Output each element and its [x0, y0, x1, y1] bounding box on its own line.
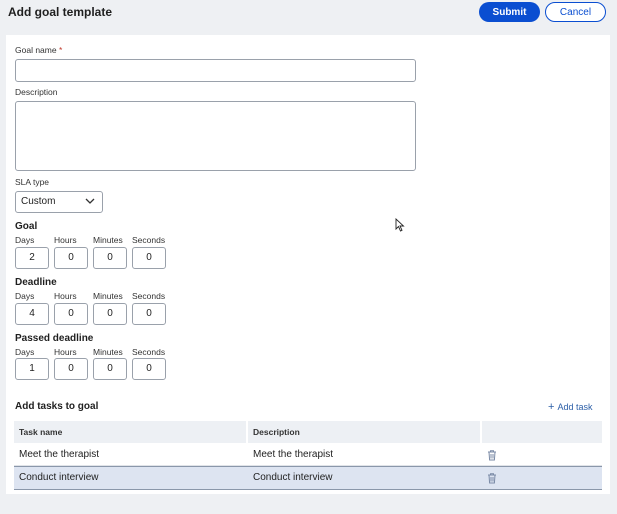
sla-type-value: Custom: [21, 196, 56, 207]
add-task-button[interactable]: + Add task: [548, 401, 592, 413]
submit-button[interactable]: Submit: [479, 2, 540, 22]
deadline-hours-label: Hours: [54, 291, 77, 301]
plus-icon: +: [548, 401, 555, 413]
passed-deadline-hours-input[interactable]: 0: [54, 358, 88, 380]
passed-deadline-seconds-input[interactable]: 0: [132, 358, 166, 380]
page-title: Add goal template: [8, 5, 113, 19]
add-task-label: Add task: [557, 402, 593, 412]
header-bar: Add goal template Submit Cancel: [0, 0, 617, 28]
goal-minutes-input[interactable]: 0: [93, 247, 127, 269]
goal-days-label: Days: [15, 235, 35, 245]
task-description-cell: Meet the therapist: [253, 449, 334, 460]
passed-deadline-minutes-label: Minutes: [93, 347, 123, 357]
deadline-minutes-input[interactable]: 0: [93, 303, 127, 325]
goal-name-label: Goal name *: [15, 45, 62, 55]
goal-hours-input[interactable]: 0: [54, 247, 88, 269]
passed-deadline-days-input[interactable]: 1: [15, 358, 49, 380]
goal-name-label-text: Goal name: [15, 45, 57, 55]
description-label: Description: [15, 87, 58, 97]
deadline-hours-input[interactable]: 0: [54, 303, 88, 325]
chevron-down-icon: [85, 198, 95, 204]
deadline-seconds-label: Seconds: [132, 291, 166, 301]
deadline-days-input[interactable]: 4: [15, 303, 49, 325]
deadline-days-label: Days: [15, 291, 35, 301]
passed-deadline-seconds-label: Seconds: [132, 347, 166, 357]
sla-type-select[interactable]: Custom: [15, 191, 103, 213]
column-header-task-name: Task name: [14, 421, 246, 443]
table-row[interactable]: Meet the therapist Meet the therapist: [14, 444, 602, 466]
table-row[interactable]: Conduct interview Conduct interview: [14, 466, 602, 490]
description-textarea[interactable]: [15, 101, 416, 171]
goal-section-title: Goal: [15, 221, 38, 232]
trash-icon[interactable]: [486, 472, 498, 484]
deadline-section-title: Deadline: [15, 277, 57, 288]
cancel-button[interactable]: Cancel: [545, 2, 606, 22]
task-name-cell: Meet the therapist: [19, 449, 100, 460]
goal-days-input[interactable]: 2: [15, 247, 49, 269]
goal-seconds-label: Seconds: [132, 235, 166, 245]
goal-hours-label: Hours: [54, 235, 77, 245]
passed-deadline-section-title: Passed deadline: [15, 333, 94, 344]
goal-seconds-input[interactable]: 0: [132, 247, 166, 269]
goal-minutes-label: Minutes: [93, 235, 123, 245]
trash-icon[interactable]: [486, 449, 498, 461]
deadline-minutes-label: Minutes: [93, 291, 123, 301]
column-header-actions: [482, 421, 602, 443]
deadline-seconds-input[interactable]: 0: [132, 303, 166, 325]
task-description-cell: Conduct interview: [253, 472, 333, 483]
required-marker: *: [58, 45, 63, 55]
task-name-cell: Conduct interview: [19, 472, 99, 483]
passed-deadline-minutes-input[interactable]: 0: [93, 358, 127, 380]
passed-deadline-hours-label: Hours: [54, 347, 77, 357]
passed-deadline-days-label: Days: [15, 347, 35, 357]
tasks-section-title: Add tasks to goal: [15, 401, 99, 412]
column-header-description: Description: [248, 421, 480, 443]
goal-name-input[interactable]: [15, 59, 416, 82]
mouse-cursor-icon: [395, 218, 405, 232]
sla-type-label: SLA type: [15, 177, 50, 187]
